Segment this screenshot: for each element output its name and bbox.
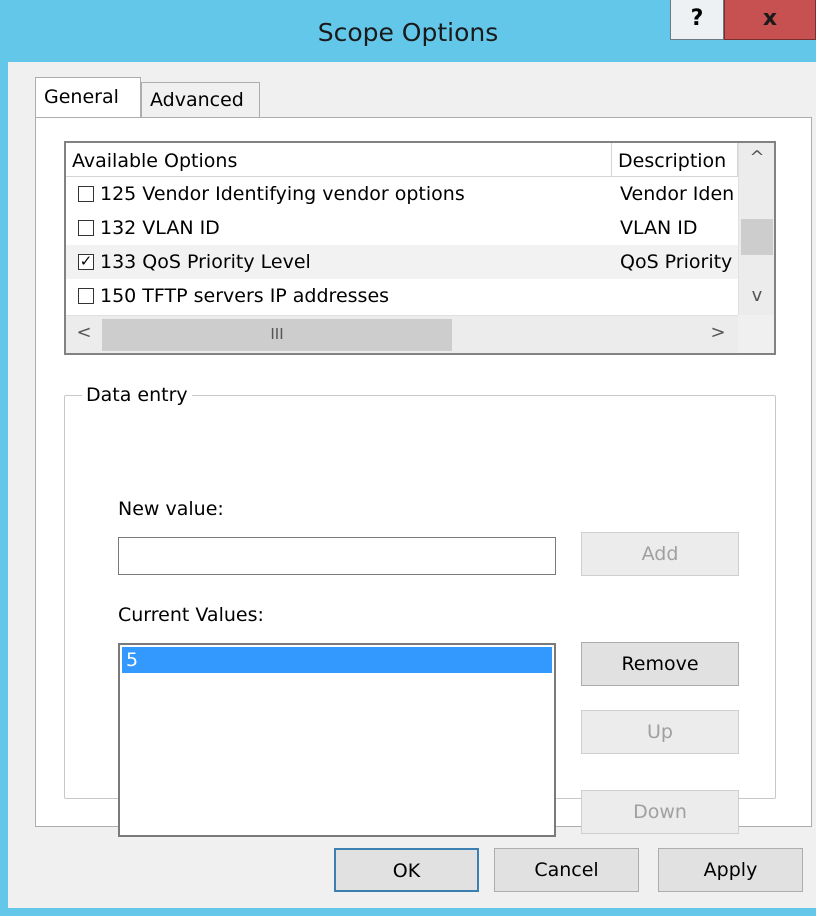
scrollbar-corner — [738, 315, 774, 353]
option-description: Vendor Iden — [620, 183, 735, 205]
help-button[interactable]: ? — [670, 0, 724, 40]
dialog-client: General Advanced Available Options Descr… — [8, 62, 816, 908]
option-row-150[interactable]: 150 TFTP servers IP addresses — [66, 279, 738, 313]
remove-button[interactable]: Remove — [581, 642, 739, 686]
tab-advanced[interactable]: Advanced — [141, 82, 260, 117]
new-value-label: New value: — [118, 498, 224, 520]
available-options-list[interactable]: Available Options Description 125 Vendor… — [64, 141, 776, 355]
checkmark-icon: ✓ — [79, 252, 93, 270]
option-description: VLAN ID — [620, 217, 698, 239]
current-values-list[interactable]: 5 — [118, 643, 556, 837]
option-name: 132 VLAN ID — [100, 217, 220, 239]
vertical-scrollbar[interactable]: ^ v — [738, 143, 774, 315]
scope-options-window: Scope Options ? x General Advanced Avail… — [0, 0, 816, 916]
cancel-button[interactable]: Cancel — [494, 848, 639, 892]
option-row-133[interactable]: ✓ 133 QoS Priority Level QoS Priority — [66, 245, 738, 279]
column-header-description[interactable]: Description — [612, 143, 738, 177]
current-values-label: Current Values: — [118, 604, 264, 626]
option-checkbox-132[interactable] — [78, 220, 94, 236]
option-name: 133 QoS Priority Level — [100, 251, 311, 273]
option-description: QoS Priority — [620, 251, 733, 273]
add-button[interactable]: Add — [581, 532, 739, 576]
option-row-132[interactable]: 132 VLAN ID VLAN ID — [66, 211, 738, 245]
ok-button[interactable]: OK — [334, 848, 479, 892]
help-icon: ? — [690, 6, 704, 31]
column-header-available-options[interactable]: Available Options — [66, 143, 612, 177]
option-name: 125 Vendor Identifying vendor options — [100, 183, 465, 205]
list-item[interactable]: 5 — [122, 647, 552, 673]
option-checkbox-150[interactable] — [78, 288, 94, 304]
scroll-left-arrow-icon[interactable]: < — [72, 322, 96, 343]
option-name: 150 TFTP servers IP addresses — [100, 285, 390, 307]
horizontal-scroll-thumb[interactable]: III — [102, 319, 452, 351]
new-value-input[interactable] — [118, 537, 556, 575]
scroll-down-arrow-icon[interactable]: v — [739, 285, 775, 306]
down-button[interactable]: Down — [581, 790, 739, 834]
data-entry-title: Data entry — [82, 384, 192, 406]
scroll-grip-icon: III — [270, 325, 284, 343]
scroll-right-arrow-icon[interactable]: > — [706, 322, 730, 343]
close-button[interactable]: x — [724, 0, 816, 40]
option-row-125[interactable]: 125 Vendor Identifying vendor options Ve… — [66, 177, 738, 211]
option-checkbox-125[interactable] — [78, 186, 94, 202]
up-button[interactable]: Up — [581, 710, 739, 754]
scroll-up-arrow-icon[interactable]: ^ — [739, 147, 775, 168]
option-checkbox-133[interactable]: ✓ — [78, 254, 94, 270]
horizontal-scrollbar[interactable]: < III > — [66, 315, 738, 353]
vertical-scroll-thumb[interactable] — [741, 219, 773, 255]
close-icon: x — [762, 6, 778, 31]
apply-button[interactable]: Apply — [658, 848, 803, 892]
tab-general[interactable]: General — [35, 77, 141, 117]
list-header: Available Options Description — [66, 143, 738, 177]
